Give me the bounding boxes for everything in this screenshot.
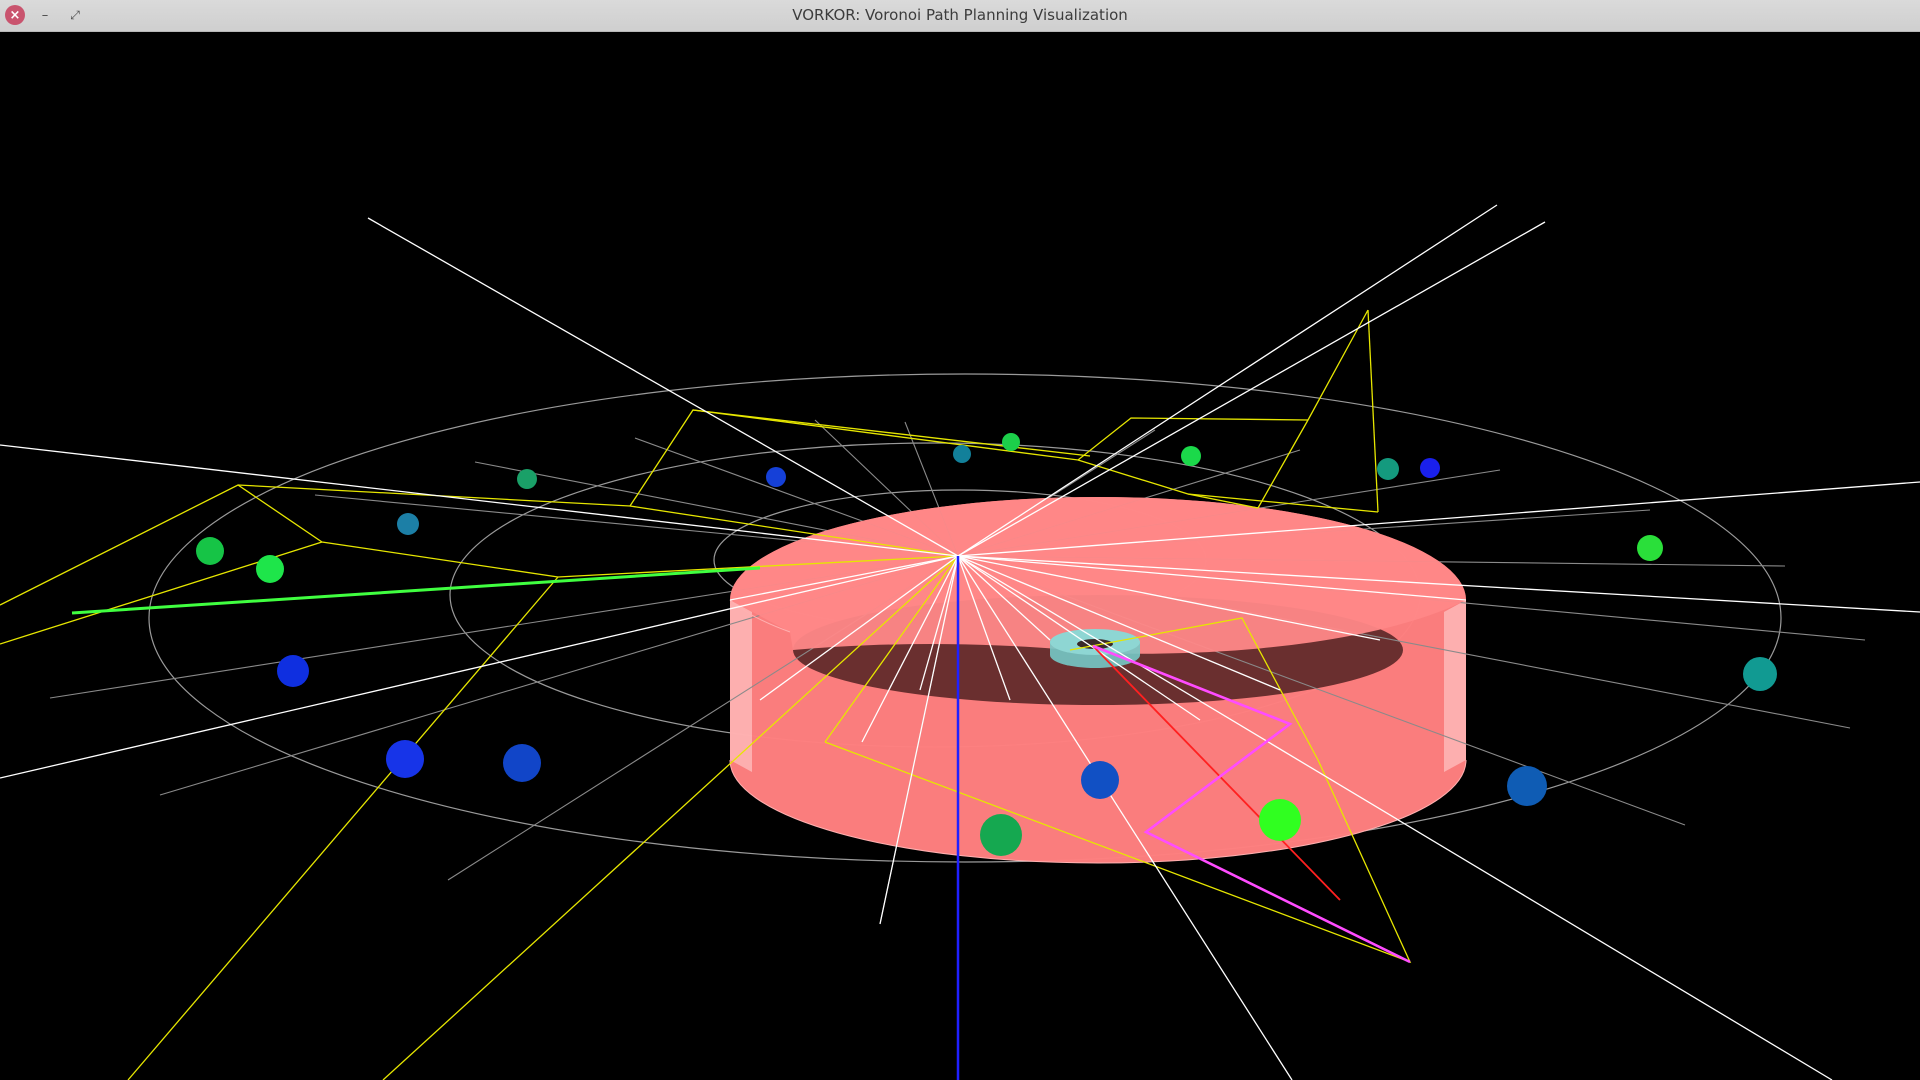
- voronoi-site: [1420, 458, 1440, 478]
- voronoi-site: [1743, 657, 1777, 691]
- voronoi-site: [277, 655, 309, 687]
- voronoi-scene[interactable]: [0, 32, 1920, 1080]
- voronoi-site: [196, 537, 224, 565]
- cylinder-side-right: [1444, 600, 1466, 772]
- voronoi-site: [1637, 535, 1663, 561]
- voronoi-site: [386, 740, 424, 778]
- app-window: VORKOR: Voronoi Path Planning Visualizat…: [0, 0, 1920, 1080]
- voronoi-site: [1002, 433, 1020, 451]
- voronoi-site: [953, 445, 971, 463]
- voronoi-site: [1377, 458, 1399, 480]
- voronoi-site: [397, 513, 419, 535]
- voronoi-site: [503, 744, 541, 782]
- voronoi-site: [1081, 761, 1119, 799]
- voronoi-site: [1181, 446, 1201, 466]
- voronoi-site: [980, 814, 1022, 856]
- close-icon[interactable]: ×: [5, 5, 25, 25]
- minimize-icon[interactable]: –: [35, 5, 55, 25]
- title-bar[interactable]: VORKOR: Voronoi Path Planning Visualizat…: [0, 0, 1920, 32]
- window-title: VORKOR: Voronoi Path Planning Visualizat…: [792, 6, 1128, 24]
- 3d-viewport[interactable]: [0, 32, 1920, 1080]
- voronoi-site: [766, 467, 786, 487]
- voronoi-site: [517, 469, 537, 489]
- voronoi-site: [256, 555, 284, 583]
- maximize-icon[interactable]: ⤢: [65, 5, 85, 25]
- voronoi-site: [1259, 799, 1301, 841]
- voronoi-site: [1507, 766, 1547, 806]
